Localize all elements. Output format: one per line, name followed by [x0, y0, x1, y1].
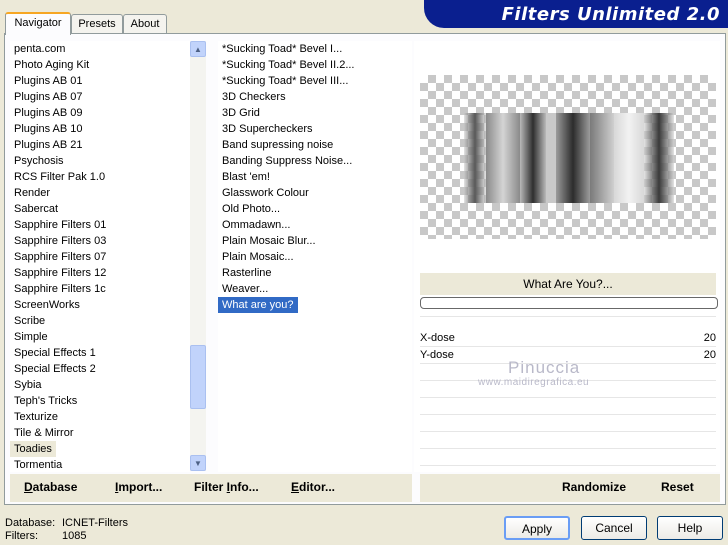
- filters-count-label: Filters:: [5, 530, 38, 542]
- apply-button[interactable]: Apply: [504, 516, 570, 540]
- category-item[interactable]: Plugins AB 09: [10, 105, 87, 121]
- category-item[interactable]: penta.com: [10, 41, 69, 57]
- filter-item[interactable]: *Sucking Toad* Bevel I...: [218, 41, 412, 57]
- category-list[interactable]: penta.com Photo Aging Kit Plugins AB 01 Plu…: [10, 41, 190, 472]
- chevron-down-icon: ▼: [194, 458, 202, 468]
- scroll-down-button[interactable]: ▼: [190, 455, 206, 471]
- category-item[interactable]: Sapphire Filters 03: [10, 233, 110, 249]
- reset-button[interactable]: Reset: [661, 480, 694, 494]
- category-item[interactable]: Texturize: [10, 409, 62, 425]
- category-item[interactable]: Photo Aging Kit: [10, 57, 93, 73]
- category-item[interactable]: RCS Filter Pak 1.0: [10, 169, 109, 185]
- preview-image[interactable]: [420, 75, 716, 239]
- tab-navigator[interactable]: Navigator: [5, 12, 71, 35]
- chevron-up-icon: ▲: [194, 44, 202, 54]
- preview-band: [486, 113, 520, 203]
- category-item[interactable]: Render: [10, 185, 54, 201]
- tab-about[interactable]: About: [123, 14, 167, 33]
- editor-button[interactable]: Editor...: [291, 480, 335, 494]
- app-title: Filters Unlimited 2.0: [501, 4, 720, 25]
- filter-item[interactable]: Band supressing noise: [218, 137, 412, 153]
- help-button[interactable]: Help: [657, 516, 723, 540]
- progress-bar: [420, 297, 718, 309]
- category-item[interactable]: Sabercat: [10, 201, 62, 217]
- param-label: Y-dose: [420, 349, 454, 361]
- filter-item[interactable]: Old Photo...: [218, 201, 412, 217]
- category-item[interactable]: Sapphire Filters 1c: [10, 281, 110, 297]
- filter-item[interactable]: *Sucking Toad* Bevel II.2...: [218, 57, 412, 73]
- filter-item[interactable]: Banding Suppress Noise...: [218, 153, 412, 169]
- filter-item[interactable]: What are you?: [218, 297, 298, 313]
- filter-item[interactable]: Rasterline: [218, 265, 412, 281]
- preview-band: [556, 113, 590, 203]
- category-item[interactable]: Plugins AB 01: [10, 73, 87, 89]
- filter-list[interactable]: *Sucking Toad* Bevel I... *Sucking Toad* …: [218, 41, 412, 472]
- database-value: ICNET-Filters: [62, 517, 128, 529]
- database-button[interactable]: Database: [24, 480, 77, 494]
- category-item[interactable]: Toadies: [10, 441, 56, 457]
- filter-item[interactable]: 3D Checkers: [218, 89, 412, 105]
- filter-info-button[interactable]: Filter Info...: [194, 480, 259, 494]
- import-button[interactable]: Import...: [115, 480, 162, 494]
- preview-band: [520, 113, 546, 203]
- category-item[interactable]: Sapphire Filters 01: [10, 217, 110, 233]
- category-scrollbar[interactable]: ▲ ▼: [190, 41, 206, 471]
- category-item[interactable]: Sybia: [10, 377, 46, 393]
- category-item[interactable]: Tile & Mirror: [10, 425, 77, 441]
- param-label: X-dose: [420, 332, 455, 344]
- category-item[interactable]: Teph's Tricks: [10, 393, 81, 409]
- param-row-empty: [420, 449, 716, 466]
- filter-item[interactable]: Plain Mosaic...: [218, 249, 412, 265]
- filter-item[interactable]: Plain Mosaic Blur...: [218, 233, 412, 249]
- filter-item[interactable]: Ommadawn...: [218, 217, 412, 233]
- preview-band: [614, 113, 644, 203]
- watermark-url: www.maidiregrafica.eu: [478, 377, 590, 388]
- param-row-empty: [420, 432, 716, 449]
- category-item[interactable]: Special Effects 2: [10, 361, 100, 377]
- tab-presets[interactable]: Presets: [71, 14, 123, 33]
- category-item[interactable]: Plugins AB 07: [10, 89, 87, 105]
- param-row-x-dose[interactable]: X-dose 20: [420, 330, 716, 347]
- category-item[interactable]: Tormentia: [10, 457, 66, 472]
- scroll-up-button[interactable]: ▲: [190, 41, 206, 57]
- param-row-empty: [420, 398, 716, 415]
- category-item[interactable]: Scribe: [10, 313, 49, 329]
- category-item[interactable]: ScreenWorks: [10, 297, 84, 313]
- param-separator: [420, 316, 716, 317]
- watermark-name: Pinuccia: [508, 358, 581, 377]
- param-value: 20: [703, 332, 716, 344]
- preview-band: [464, 113, 486, 203]
- filter-item[interactable]: Blast 'em!: [218, 169, 412, 185]
- category-item[interactable]: Simple: [10, 329, 52, 345]
- category-item[interactable]: Plugins AB 21: [10, 137, 87, 153]
- filter-item[interactable]: Weaver...: [218, 281, 412, 297]
- filters-count-value: 1085: [62, 530, 87, 542]
- category-item[interactable]: Sapphire Filters 07: [10, 249, 110, 265]
- scroll-thumb[interactable]: [190, 345, 206, 409]
- category-item[interactable]: Special Effects 1: [10, 345, 100, 361]
- category-item[interactable]: Psychosis: [10, 153, 68, 169]
- category-item[interactable]: Sapphire Filters 12: [10, 265, 110, 281]
- param-row-empty: [420, 415, 716, 432]
- filter-item[interactable]: 3D Grid: [218, 105, 412, 121]
- cancel-button[interactable]: Cancel: [581, 516, 647, 540]
- filter-item[interactable]: *Sucking Toad* Bevel III...: [218, 73, 412, 89]
- randomize-button[interactable]: Randomize: [562, 480, 626, 494]
- filter-item[interactable]: Glasswork Colour: [218, 185, 412, 201]
- preview-band: [546, 113, 556, 203]
- database-label: Database:: [5, 517, 56, 529]
- preview-band: [590, 113, 614, 203]
- filter-title: What Are You?...: [523, 277, 613, 291]
- category-item[interactable]: Plugins AB 10: [10, 121, 87, 137]
- filter-item[interactable]: 3D Supercheckers: [218, 121, 412, 137]
- param-value: 20: [703, 349, 716, 361]
- preview-band: [644, 113, 674, 203]
